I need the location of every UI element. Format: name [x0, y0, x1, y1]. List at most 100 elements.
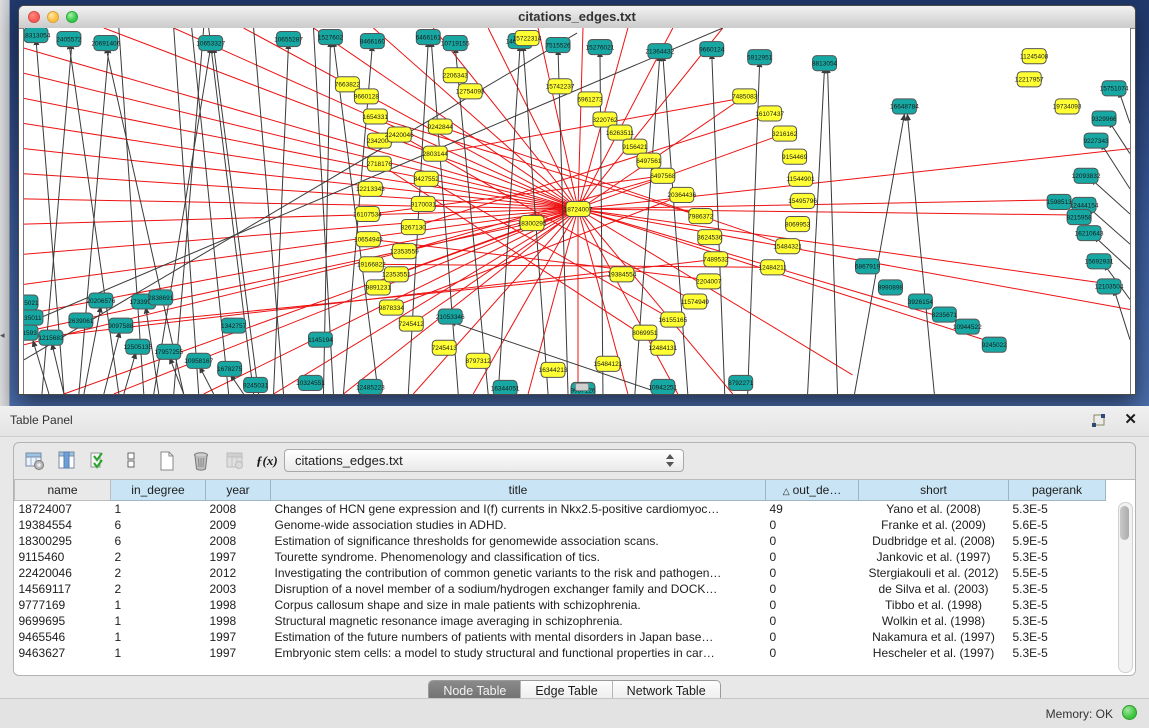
attribute-table[interactable]: namein_degreeyeartitle△out_de…shortpager…: [14, 480, 1106, 661]
graph-node-teal[interactable]: 2405572: [56, 32, 82, 47]
table-row[interactable]: 946554611997Estimation of the future num…: [15, 629, 1106, 645]
graph-node-yellow[interactable]: 12353551: [382, 267, 411, 282]
close-panel-icon[interactable]: ✕: [1124, 410, 1137, 428]
graph-node-yellow[interactable]: 19734093: [1053, 99, 1082, 114]
table-row[interactable]: 977716911998Corpus callosum shape and si…: [15, 597, 1106, 613]
graph-node-teal[interactable]: 10958167: [184, 353, 213, 368]
graph-node-yellow[interactable]: 7245413: [432, 340, 458, 355]
graph-node-yellow[interactable]: 9878334: [379, 300, 405, 315]
graph-node-teal[interactable]: 10719155: [441, 36, 470, 51]
citation-edge-red[interactable]: [104, 28, 578, 209]
graph-node-teal[interactable]: 8235671: [932, 307, 958, 322]
validate-columns-button[interactable]: [86, 448, 112, 474]
graph-node-teal[interactable]: 3926154: [908, 294, 934, 309]
graph-node-yellow[interactable]: 19384554: [608, 267, 637, 282]
citation-edge-red[interactable]: [578, 28, 583, 209]
split-pane-grip[interactable]: [575, 383, 589, 391]
graph-node-yellow[interactable]: 7245412: [399, 316, 425, 331]
graph-node-yellow[interactable]: 12217957: [1015, 72, 1044, 87]
graph-node-yellow[interactable]: 8069951: [632, 325, 658, 340]
graph-node-yellow[interactable]: 2803144: [423, 146, 449, 161]
graph-node-teal[interactable]: 10653327: [196, 36, 225, 51]
graph-node-yellow[interactable]: 16263511: [606, 125, 635, 140]
citation-edge-black[interactable]: [33, 341, 49, 394]
graph-node-teal[interactable]: 12093832: [1072, 168, 1101, 183]
graph-node-teal[interactable]: 20691406: [91, 36, 120, 51]
column-header-title[interactable]: title: [271, 480, 766, 501]
column-header-year[interactable]: year: [206, 480, 271, 501]
graph-node-yellow[interactable]: 15722314: [513, 31, 542, 46]
graph-node-yellow[interactable]: 8427552: [414, 171, 440, 186]
graph-node-teal[interactable]: 9329966: [1091, 111, 1117, 126]
table-row[interactable]: 1872400712008Changes of HCN gene express…: [15, 501, 1106, 518]
graph-node-teal[interactable]: 9227343: [1083, 133, 1109, 148]
graph-node-teal[interactable]: 16210643: [1075, 226, 1104, 241]
column-header-short[interactable]: short: [859, 480, 1009, 501]
function-builder-button[interactable]: ƒ(x): [252, 448, 278, 474]
column-header-in_degree[interactable]: in_degree: [111, 480, 206, 501]
graph-node-teal[interactable]: 8990898: [878, 280, 904, 295]
citation-edge-black[interactable]: [828, 67, 838, 394]
graph-node-yellow[interactable]: 2206343: [443, 68, 469, 83]
graph-node-teal[interactable]: 12103504: [1095, 279, 1124, 294]
graph-node-teal[interactable]: 20206576: [86, 293, 115, 308]
citation-edge-red[interactable]: [578, 209, 1105, 283]
graph-node-yellow[interactable]: 12353559: [390, 244, 419, 259]
table-select-dropdown[interactable]: citations_edges.txt: [284, 449, 684, 472]
graph-node-teal[interactable]: 10655287: [274, 32, 303, 47]
window-titlebar[interactable]: citations_edges.txt: [19, 6, 1135, 29]
citation-edge-black[interactable]: [192, 28, 229, 394]
graph-node-yellow[interactable]: 1654331: [363, 109, 389, 124]
citation-edge-red[interactable]: [368, 239, 704, 279]
graph-node-teal[interactable]: 1598513: [1047, 194, 1073, 209]
graph-node-teal[interactable]: 8813054: [812, 56, 838, 71]
graph-node-teal[interactable]: 17957255: [154, 344, 183, 359]
citation-edge-black[interactable]: [214, 47, 259, 394]
graph-node-teal[interactable]: 9660124: [699, 42, 725, 57]
graph-node-yellow[interactable]: 19166822: [357, 257, 386, 272]
citation-edge-black[interactable]: [408, 41, 428, 394]
graph-node-yellow[interactable]: 15495796: [788, 193, 817, 208]
graph-node-yellow[interactable]: 3216162: [772, 126, 798, 141]
graph-node-yellow[interactable]: 15484121: [594, 356, 623, 371]
graph-node-teal[interactable]: 1678275: [217, 361, 243, 376]
graph-node-teal[interactable]: 6867919: [855, 259, 881, 274]
citation-edge-black[interactable]: [254, 28, 284, 394]
float-panel-icon[interactable]: [1089, 412, 1107, 430]
graph-node-teal[interactable]: 15751074: [1100, 81, 1129, 96]
column-header-out_de[interactable]: △out_de…: [766, 480, 859, 501]
citation-edge-black[interactable]: [174, 28, 204, 394]
graph-node-teal[interactable]: 18313054: [24, 28, 51, 43]
graph-node-teal[interactable]: 8215958: [1066, 209, 1092, 224]
graph-node-yellow[interactable]: 18300295: [518, 216, 547, 231]
graph-node-teal[interactable]: 15276021: [586, 40, 615, 55]
graph-node-yellow[interactable]: 15742237: [546, 79, 575, 94]
graph-node-yellow[interactable]: 3624536: [697, 230, 723, 245]
graph-node-teal[interactable]: 2639061: [68, 313, 94, 328]
graph-node-yellow[interactable]: 16155165: [658, 312, 687, 327]
graph-node-yellow[interactable]: 2204007: [696, 274, 722, 289]
citation-edge-red[interactable]: [24, 209, 578, 224]
table-row[interactable]: 969969511998Structural magnetic resonanc…: [15, 613, 1106, 629]
graph-node-yellow[interactable]: 12754093: [456, 84, 485, 99]
graph-node-teal[interactable]: 12505135: [123, 339, 152, 354]
select-column-button[interactable]: [54, 448, 80, 474]
citation-edge-red[interactable]: [24, 209, 578, 345]
graph-node-yellow[interactable]: 7485083: [732, 89, 758, 104]
graph-node-yellow[interactable]: 10654943: [354, 232, 383, 247]
citation-edge-black[interactable]: [808, 67, 825, 394]
delete-table-button[interactable]: [222, 448, 248, 474]
graph-node-teal[interactable]: 7515526: [545, 38, 571, 53]
column-header-pagerank[interactable]: pagerank: [1009, 480, 1106, 501]
table-header-row[interactable]: namein_degreeyeartitle△out_de…shortpager…: [15, 480, 1106, 501]
table-row[interactable]: 911546021997Tourette syndrome. Phenomeno…: [15, 549, 1106, 565]
scrollbar-thumb[interactable]: [1120, 506, 1129, 540]
table-body[interactable]: 1872400712008Changes of HCN gene express…: [15, 501, 1106, 662]
memory-status-icon[interactable]: [1122, 705, 1137, 720]
graph-node-teal[interactable]: 1145194: [308, 332, 333, 347]
graph-node-yellow[interactable]: 8069953: [785, 217, 811, 232]
graph-node-yellow[interactable]: 9660128: [354, 89, 380, 104]
graph-node-yellow[interactable]: 12484211: [758, 260, 787, 275]
graph-node-teal[interactable]: 10324551: [296, 375, 325, 390]
table-row[interactable]: 1938455462009Genome-wide association stu…: [15, 517, 1106, 533]
